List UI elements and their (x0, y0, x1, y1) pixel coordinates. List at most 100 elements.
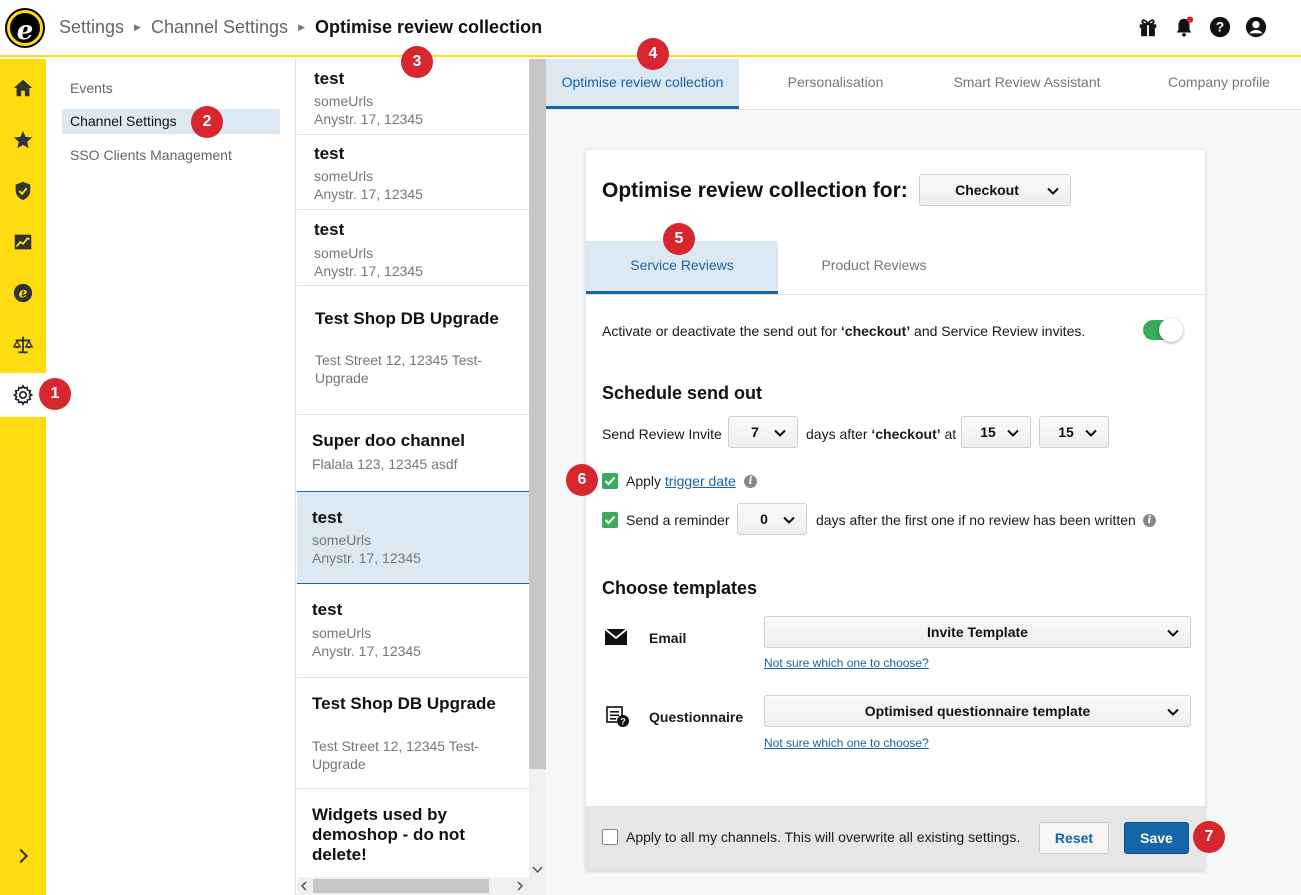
channel-address: Anystr. 17, 12345 (312, 643, 421, 659)
check-icon (604, 476, 616, 486)
annotation-badge: 7 (1193, 821, 1225, 853)
scales-icon[interactable] (0, 323, 46, 367)
tab-company-profile[interactable]: Company profile (1122, 59, 1301, 109)
days-after-pre: days after (806, 426, 872, 442)
channel-name: Super doo channel (312, 431, 466, 450)
svg-text:e: e (19, 286, 28, 302)
channel-item[interactable]: Super doo channel Flalala 123, 12345 asd… (297, 415, 529, 492)
shield-check-icon[interactable] (0, 169, 46, 213)
scrollbar-thumb[interactable] (529, 59, 546, 769)
channel-item[interactable]: Test Shop DB Upgrade Test Street 12, 123… (297, 286, 529, 415)
scroll-right-icon[interactable] (516, 881, 524, 891)
send-out-toggle[interactable] (1143, 318, 1183, 342)
hour-select[interactable]: 15 (961, 416, 1031, 448)
channel-list-scrollbar-horizontal[interactable] (297, 877, 546, 895)
event-select[interactable]: Checkout (919, 174, 1071, 206)
channel-item[interactable]: test someUrls Anystr. 17, 12345 (297, 210, 529, 286)
apply-trigger-date-label: Apply trigger date (626, 473, 736, 489)
apply-all-channels-label: Apply to all my channels. This will over… (626, 829, 1021, 845)
days-after-post: at (940, 426, 957, 442)
home-icon[interactable] (0, 66, 46, 110)
breadcrumb-separator-icon: ▶ (298, 22, 305, 32)
days-select[interactable]: 7 (728, 416, 798, 448)
main-content: Optimise review collection Personalisati… (546, 59, 1301, 895)
channel-address: Test Street 12, 12345 Test- (315, 352, 483, 368)
breadcrumb-current: Optimise review collection (314, 17, 543, 37)
help-icon[interactable]: ? (1209, 16, 1231, 38)
chevron-down-icon (1167, 629, 1179, 637)
breadcrumb-separator-icon: ▶ (134, 22, 141, 32)
channel-name: Test Shop DB Upgrade (315, 309, 499, 328)
channel-name-line: delete! (312, 845, 367, 864)
channel-url: someUrls (314, 93, 374, 109)
event-select-value: Checkout (955, 182, 1019, 198)
channel-item-selected[interactable]: test someUrls Anystr. 17, 12345 (297, 491, 529, 584)
info-icon[interactable]: i (744, 475, 757, 488)
trustedshops-logo[interactable]: e (7, 10, 43, 46)
email-icon (604, 628, 628, 645)
star-icon[interactable] (0, 118, 46, 162)
channel-item[interactable]: Widgets used by demoshop - do not delete… (297, 789, 529, 877)
reminder-after-text: days after the first one if no review ha… (816, 512, 1136, 528)
info-icon[interactable]: i (1143, 514, 1156, 527)
breadcrumb-settings[interactable]: Settings (59, 17, 124, 38)
annotation-badge: 6 (566, 464, 598, 496)
channel-name: test (314, 69, 345, 88)
reset-button[interactable]: Reset (1039, 822, 1109, 854)
apply-label: Apply (626, 473, 665, 489)
activate-text-end: and Service Review invites. (910, 323, 1086, 339)
channel-item[interactable]: test someUrls Anystr. 17, 12345 (297, 135, 529, 210)
user-icon[interactable] (1245, 16, 1267, 38)
check-icon (604, 515, 616, 525)
bell-icon[interactable] (1173, 16, 1195, 38)
email-label: Email (649, 630, 687, 646)
scrollbar-thumb[interactable] (313, 879, 489, 893)
questionnaire-template-select[interactable]: Optimised questionnaire template (764, 695, 1191, 727)
chevron-down-icon (1007, 429, 1019, 437)
breadcrumb: Settings ▶ Channel Settings ▶ Optimise r… (59, 17, 542, 38)
activate-event: ‘checkout’ (840, 323, 911, 339)
hour-select-value: 15 (980, 424, 996, 440)
breadcrumb-channel-settings[interactable]: Channel Settings (151, 17, 288, 38)
channel-name-line: Widgets used by (312, 805, 447, 824)
svg-text:?: ? (1216, 20, 1224, 35)
channel-name: test (312, 508, 343, 527)
email-help-link[interactable]: Not sure which one to choose? (764, 656, 929, 670)
tab-product-reviews[interactable]: Product Reviews (778, 241, 970, 294)
annotation-badge: 1 (39, 378, 71, 410)
nav-item-events[interactable]: Events (62, 76, 280, 101)
days-select-value: 7 (751, 424, 759, 440)
chevron-right-icon[interactable] (0, 834, 46, 878)
scroll-down-icon[interactable] (532, 866, 543, 874)
email-template-select[interactable]: Invite Template (764, 616, 1191, 648)
nav-item-sso-clients[interactable]: SSO Clients Management (62, 143, 280, 168)
tab-personalisation[interactable]: Personalisation (739, 59, 932, 109)
channel-name: Widgets used by demoshop - do not delete… (312, 805, 465, 865)
questionnaire-help-link[interactable]: Not sure which one to choose? (764, 736, 929, 750)
apply-all-channels-checkbox[interactable] (602, 829, 618, 845)
tab-smart-review-assistant[interactable]: Smart Review Assistant (932, 59, 1122, 109)
days-after-text: days after ‘checkout’ at (806, 426, 956, 442)
nav-item-channel-settings[interactable]: Channel Settings (62, 109, 280, 134)
channel-item[interactable]: test someUrls Anystr. 17, 12345 (297, 584, 529, 678)
reminder-days-select[interactable]: 0 (737, 503, 807, 535)
save-button[interactable]: Save (1124, 822, 1189, 854)
chart-icon[interactable] (0, 220, 46, 264)
channel-list: test someUrls Anystr. 17, 12345 test som… (297, 59, 529, 877)
apply-trigger-date-checkbox[interactable] (602, 473, 618, 489)
trigger-date-link[interactable]: trigger date (665, 473, 736, 489)
channel-item[interactable]: Test Shop DB Upgrade Test Street 12, 123… (297, 678, 529, 789)
scroll-left-icon[interactable] (300, 881, 308, 891)
chevron-down-icon (1047, 187, 1059, 195)
channel-list-scrollbar-vertical[interactable] (529, 59, 546, 877)
channel-url: someUrls (312, 532, 372, 548)
questionnaire-template-value: Optimised questionnaire template (864, 703, 1091, 719)
send-reminder-checkbox[interactable] (602, 512, 618, 528)
svg-text:?: ? (620, 717, 626, 727)
minute-select[interactable]: 15 (1039, 416, 1109, 448)
etrusted-icon[interactable]: e (0, 271, 46, 315)
chevron-down-icon (774, 429, 786, 437)
gift-icon[interactable] (1137, 16, 1159, 38)
email-template-value: Invite Template (927, 624, 1028, 640)
days-after-event: ‘checkout’ (871, 426, 941, 442)
